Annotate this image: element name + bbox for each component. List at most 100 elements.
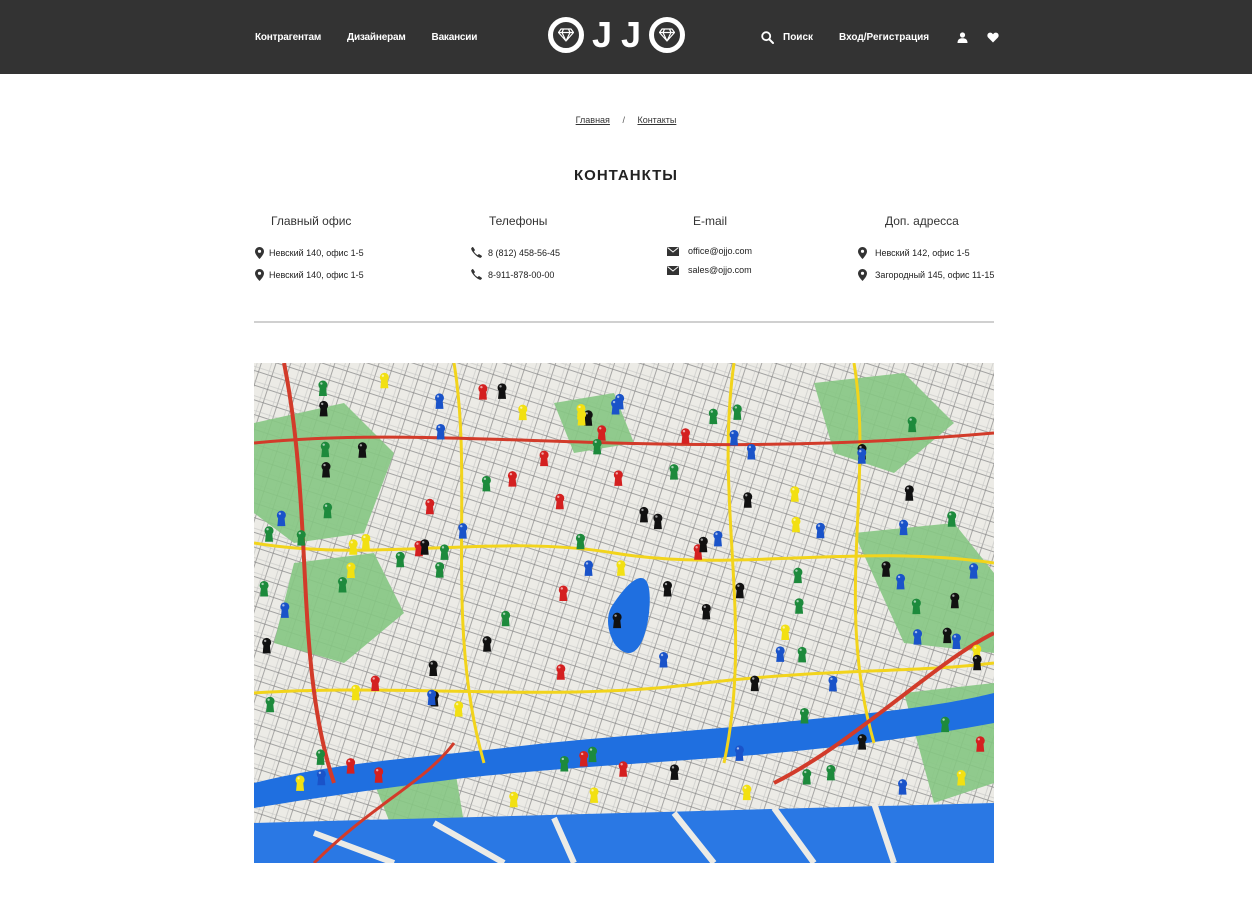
map-pin (857, 734, 867, 750)
map-pin (911, 598, 921, 615)
map-pin (734, 745, 744, 761)
map-pin (346, 562, 356, 579)
map-pin (613, 470, 623, 486)
map-pin (913, 629, 923, 645)
map-pin (956, 770, 966, 786)
location-pin-icon (855, 247, 869, 259)
map-pin (439, 544, 449, 560)
city-map-with-pins (254, 363, 994, 863)
email-link[interactable]: office@ojjo.com (688, 246, 752, 256)
map-pin (481, 475, 491, 492)
map-pin (458, 523, 468, 539)
map-pin (436, 423, 446, 440)
map-pin (659, 651, 669, 668)
nav-link-contractors[interactable]: Контрагентам (255, 32, 321, 43)
breadcrumb: Главная / Контакты (0, 115, 1252, 125)
logo-ring-right (649, 17, 685, 53)
map-pin (296, 530, 306, 546)
map-pin (323, 502, 333, 519)
map-pin (907, 416, 917, 433)
map-pin (575, 533, 585, 550)
map-pin (361, 533, 371, 550)
phone-link[interactable]: 8 (812) 458-56-45 (488, 248, 560, 258)
envelope-icon (666, 265, 680, 275)
map-pin (579, 750, 589, 767)
map-pin (729, 429, 739, 446)
map-pin (584, 560, 594, 576)
phone-row: 8 (812) 458-56-45 (469, 247, 560, 258)
heart-icon[interactable] (987, 32, 999, 43)
search-label: Поиск (783, 31, 814, 43)
map-pin (828, 675, 838, 692)
extra-addresses-title: Доп. адресса (885, 214, 959, 228)
top-navigation-bar: Контрагентам Дизайнерам Вакансии J J Пои… (0, 0, 1252, 74)
map-pin (338, 577, 348, 593)
map-pin (558, 585, 568, 601)
phone-link[interactable]: 8-911-878-00-00 (488, 270, 554, 280)
map-pin (351, 684, 361, 701)
map-pin (653, 513, 663, 530)
user-icon[interactable] (957, 31, 968, 43)
map-pin (428, 660, 438, 676)
map-pin (947, 511, 957, 527)
search-icon (761, 30, 774, 44)
brand-logo[interactable]: J J (548, 16, 694, 54)
map-pin (797, 646, 807, 663)
map-pin (680, 428, 690, 444)
header-actions: Поиск Вход/Регистрация (761, 0, 999, 74)
extra-address-row: Невский 142, офис 1-5 (855, 247, 970, 259)
map-pin (509, 791, 519, 808)
map-pin (259, 580, 269, 597)
map-pin (434, 393, 444, 409)
map-pin (395, 551, 405, 568)
email-link[interactable]: sales@ojjo.com (688, 265, 752, 275)
breadcrumb-home-link[interactable]: Главная (576, 115, 610, 125)
map-pin (370, 675, 380, 692)
phones-title: Телефоны (489, 214, 548, 228)
main-nav: Контрагентам Дизайнерам Вакансии (255, 0, 477, 74)
map-pin (420, 539, 430, 555)
breadcrumb-current-link[interactable]: Контакты (637, 115, 676, 125)
section-divider (254, 321, 994, 323)
map-pin (276, 510, 286, 527)
map-pin (576, 403, 586, 420)
map-pin (501, 610, 511, 627)
map-pin (435, 562, 445, 578)
map-pin (425, 498, 435, 515)
map-pin (857, 448, 867, 464)
map-pin (750, 675, 760, 692)
page-title: КОНТАНКТЫ (574, 167, 678, 184)
extra-address: Невский 142, офис 1-5 (875, 248, 970, 258)
map-pin (518, 404, 528, 421)
map-pin (611, 399, 621, 415)
map-pin (320, 441, 330, 458)
map-pin (507, 471, 517, 487)
login-register-link[interactable]: Вход/Регистрация (839, 32, 929, 43)
map-image (254, 363, 994, 863)
nav-link-vacancies[interactable]: Вакансии (432, 32, 478, 43)
map-pin (427, 689, 437, 706)
logo-letter-j: J (620, 14, 642, 55)
main-office-title: Главный офис (271, 214, 352, 228)
map-pin (793, 567, 803, 584)
map-pin (815, 522, 825, 539)
email-title: E-mail (693, 214, 728, 228)
search-button[interactable]: Поиск (761, 30, 814, 44)
breadcrumb-separator: / (622, 115, 625, 125)
map-pin (559, 755, 569, 772)
map-pin (497, 383, 507, 399)
map-pin (972, 654, 982, 671)
main-office-address: Невский 140, офис 1-5 (269, 270, 364, 280)
map-pin (264, 526, 274, 542)
email-row: office@ojjo.com (666, 246, 752, 256)
map-pin (743, 492, 753, 508)
map-pin (898, 779, 908, 795)
map-pin (713, 530, 723, 547)
map-pin (904, 485, 914, 501)
map-pin (896, 573, 906, 590)
map-pin (639, 506, 649, 523)
nav-link-designers[interactable]: Дизайнерам (347, 32, 406, 43)
map-pin (321, 462, 331, 478)
map-pin (775, 646, 785, 662)
map-pin (280, 602, 290, 618)
